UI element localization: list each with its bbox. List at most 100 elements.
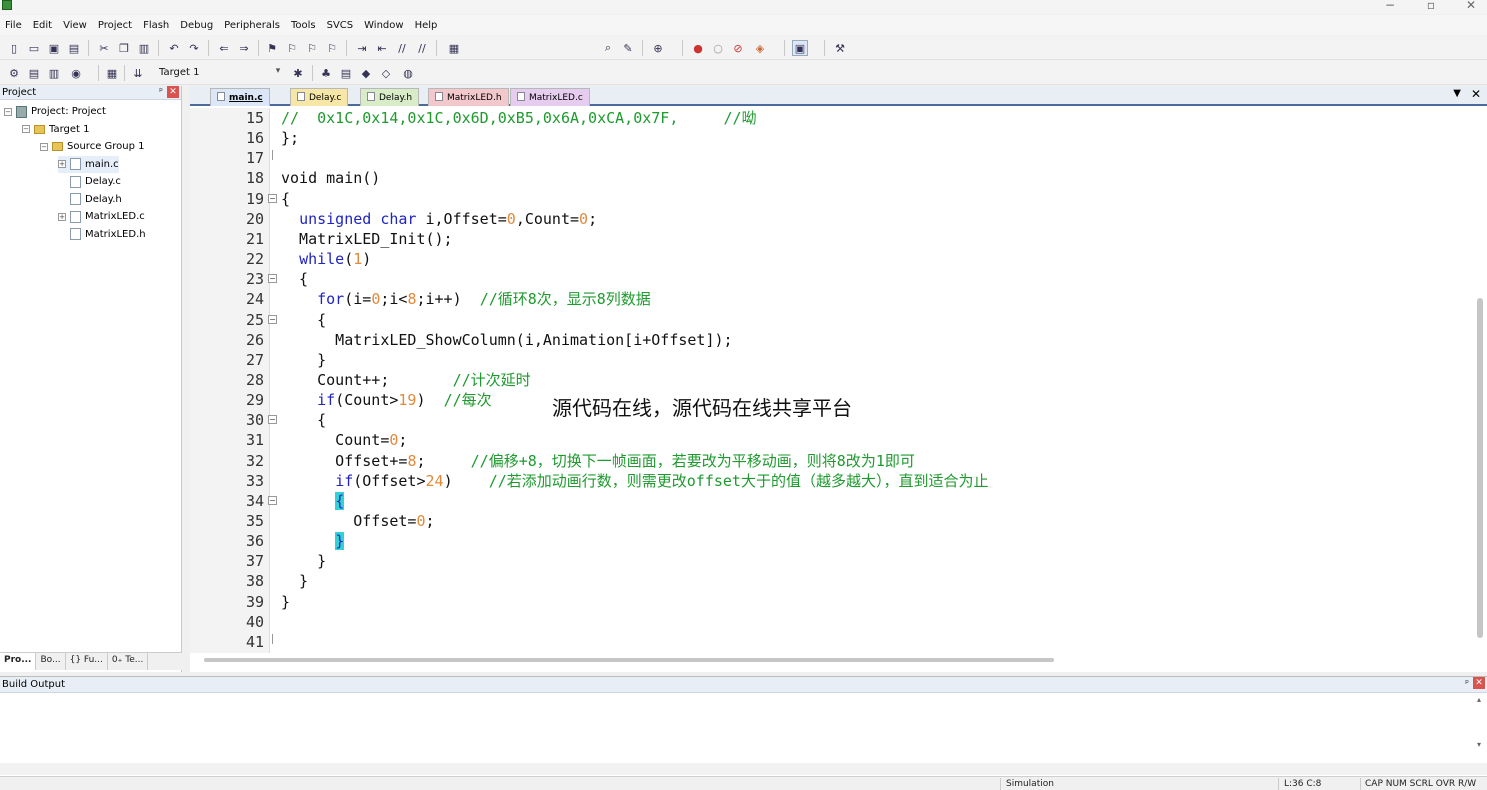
comment-icon[interactable]: //: [394, 40, 410, 56]
nav-back-icon[interactable]: ⇐: [216, 40, 232, 56]
close-window-button[interactable]: ✕: [1456, 0, 1486, 12]
fold-toggle-icon[interactable]: −: [268, 495, 277, 505]
clear-bookmarks-icon[interactable]: ⚐: [324, 40, 340, 56]
rebuild-icon[interactable]: ▥: [46, 65, 62, 81]
code-token: ): [362, 250, 372, 269]
minimize-button[interactable]: −: [1375, 0, 1405, 12]
target-select[interactable]: Target 1 ▾: [156, 65, 286, 82]
tab-matrixled-c[interactable]: MatrixLED.c: [510, 88, 590, 106]
tree-item[interactable]: MatrixLED.h: [58, 226, 146, 243]
menu-flash[interactable]: Flash: [138, 20, 175, 31]
open-file-icon[interactable]: ▭: [26, 40, 42, 56]
build-icon[interactable]: ▤: [26, 65, 42, 81]
scrollbar-thumb[interactable]: [1477, 298, 1483, 638]
disable-breakpoint-icon[interactable]: ○: [710, 40, 726, 56]
tree-item[interactable]: + MatrixLED.c: [58, 208, 145, 225]
tab-main-c[interactable]: main.c: [210, 88, 270, 106]
target-options-icon[interactable]: ✱: [290, 65, 306, 81]
undo-icon[interactable]: ↶: [166, 40, 182, 56]
fold-toggle-icon[interactable]: −: [268, 415, 277, 425]
pin-icon[interactable]: ᵖ: [159, 86, 163, 99]
build-horizontal-scrollbar[interactable]: [0, 763, 1487, 775]
menu-svcs[interactable]: SVCS: [322, 20, 360, 31]
paste-icon[interactable]: ▥: [136, 40, 152, 56]
panel-tab[interactable]: 0₊ Te...: [108, 653, 149, 670]
uncomment-icon[interactable]: //: [414, 40, 430, 56]
save-all-icon[interactable]: ▤: [66, 40, 82, 56]
prev-bookmark-icon[interactable]: ⚐: [284, 40, 300, 56]
editor-horizontal-scrollbar[interactable]: [204, 658, 1054, 662]
window-layout-icon[interactable]: ▣: [792, 40, 808, 56]
collapse-icon[interactable]: [58, 230, 66, 238]
line-number: 21: [245, 229, 264, 248]
menu-help[interactable]: Help: [410, 20, 444, 31]
expand-icon[interactable]: +: [58, 160, 66, 168]
copy-icon[interactable]: ❐: [116, 40, 132, 56]
collapse-icon[interactable]: −: [40, 142, 48, 151]
collapse-icon[interactable]: [58, 195, 66, 203]
menu-window[interactable]: Window: [359, 20, 409, 31]
find-icon[interactable]: ⌕: [600, 40, 616, 56]
manage-project-icon[interactable]: ▤: [338, 65, 354, 81]
tree-item[interactable]: + main.c: [58, 155, 119, 173]
build-vertical-scrollbar[interactable]: ▴ ▾: [1477, 695, 1487, 761]
tab-delay-c[interactable]: Delay.c: [290, 88, 349, 106]
find-in-files-icon[interactable]: ▦: [446, 40, 462, 56]
menu-view[interactable]: View: [58, 20, 93, 31]
close-tab-icon[interactable]: ✕: [1471, 87, 1481, 101]
batch-build-icon[interactable]: ◉: [68, 65, 84, 81]
save-icon[interactable]: ▣: [46, 40, 62, 56]
nav-forward-icon[interactable]: ⇒: [236, 40, 252, 56]
fold-toggle-icon[interactable]: −: [268, 193, 277, 203]
editor-vertical-scrollbar[interactable]: [1477, 108, 1485, 653]
panel-tab[interactable]: {} Fu...: [66, 653, 108, 670]
manage-components-icon[interactable]: ♣: [318, 65, 334, 81]
bookmark-icon[interactable]: ⚑: [264, 40, 280, 56]
unindent-icon[interactable]: ⇤: [374, 40, 390, 56]
collapse-icon[interactable]: [58, 178, 66, 186]
panel-tab[interactable]: Pro...: [0, 653, 37, 670]
menu-peripherals[interactable]: Peripherals: [219, 20, 286, 31]
tree-item[interactable]: − Source Group 1: [40, 138, 145, 155]
indent-icon[interactable]: ⇥: [354, 40, 370, 56]
menu-project[interactable]: Project: [93, 20, 138, 31]
tab-matrixled-h[interactable]: MatrixLED.h: [428, 88, 509, 106]
tree-item[interactable]: − Project: Project: [4, 103, 106, 120]
menu-debug[interactable]: Debug: [175, 20, 219, 31]
cut-icon[interactable]: ✂: [96, 40, 112, 56]
tree-item[interactable]: Delay.c: [58, 173, 121, 190]
menu-edit[interactable]: Edit: [28, 20, 58, 31]
expand-icon[interactable]: +: [58, 212, 66, 221]
stop-build-icon[interactable]: ▦: [104, 65, 120, 81]
restore-button[interactable]: ▫: [1416, 0, 1446, 12]
tab-list-dropdown-icon[interactable]: ▼: [1453, 88, 1461, 99]
debug-session-icon[interactable]: ⊕: [650, 40, 666, 56]
collapse-icon[interactable]: −: [4, 107, 12, 116]
panel-tab[interactable]: Bo...: [36, 653, 66, 670]
menu-file[interactable]: File: [0, 20, 28, 31]
breakpoint-icon[interactable]: ●: [690, 40, 706, 56]
tree-item[interactable]: − Target 1: [22, 121, 89, 138]
breakpoint-menu-icon[interactable]: ◈: [752, 40, 768, 56]
redo-icon[interactable]: ↷: [186, 40, 202, 56]
select-packs-icon[interactable]: ◇: [378, 65, 394, 81]
next-bookmark-icon[interactable]: ⚐: [304, 40, 320, 56]
translate-icon[interactable]: ⚙: [6, 65, 22, 81]
menu-tools[interactable]: Tools: [286, 20, 322, 31]
fold-toggle-icon[interactable]: −: [268, 274, 277, 284]
kill-breakpoints-icon[interactable]: ⊘: [730, 40, 746, 56]
fold-toggle-icon[interactable]: −: [268, 314, 277, 324]
incremental-find-icon[interactable]: ✎: [620, 40, 636, 56]
tab-delay-h[interactable]: Delay.h: [360, 88, 420, 106]
pack-installer-icon[interactable]: ◆: [358, 65, 374, 81]
close-panel-button[interactable]: ✕: [1473, 677, 1485, 689]
collapse-icon[interactable]: −: [22, 125, 30, 133]
new-file-icon[interactable]: ▯: [6, 40, 22, 56]
run-time-env-icon[interactable]: ◍: [400, 65, 416, 81]
chevron-down-icon: ▾: [275, 66, 281, 76]
download-icon[interactable]: ⇊: [130, 65, 146, 81]
tree-item[interactable]: Delay.h: [58, 191, 122, 208]
configure-icon[interactable]: ⚒: [832, 40, 848, 56]
pin-icon[interactable]: ᵖ: [1465, 677, 1469, 692]
close-panel-button[interactable]: ✕: [167, 86, 179, 98]
